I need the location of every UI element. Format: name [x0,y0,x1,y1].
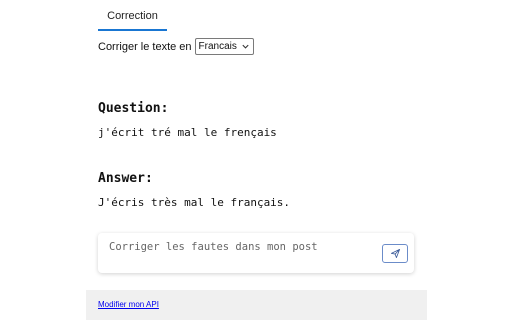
modify-api-link[interactable]: Modifier mon API [98,300,159,309]
tab-correction[interactable]: Correction [98,0,167,31]
question-text: j'écrit tré mal le frençais [98,126,277,139]
footer: Modifier mon API [86,290,427,320]
chevron-down-icon [242,44,249,49]
answer-heading: Answer: [98,171,153,186]
language-select-value: Francais [198,41,237,52]
question-heading: Question: [98,101,169,116]
composer: Corriger les fautes dans mon post [98,233,414,273]
send-icon [390,248,400,259]
answer-text: J'écris très mal le français. [98,196,291,209]
language-row: Corriger le texte en Francais [98,38,254,55]
send-button[interactable] [382,244,408,263]
language-label: Corriger le texte en [98,40,192,53]
language-select[interactable]: Francais [194,38,254,55]
composer-input[interactable]: Corriger les fautes dans mon post [109,241,318,253]
